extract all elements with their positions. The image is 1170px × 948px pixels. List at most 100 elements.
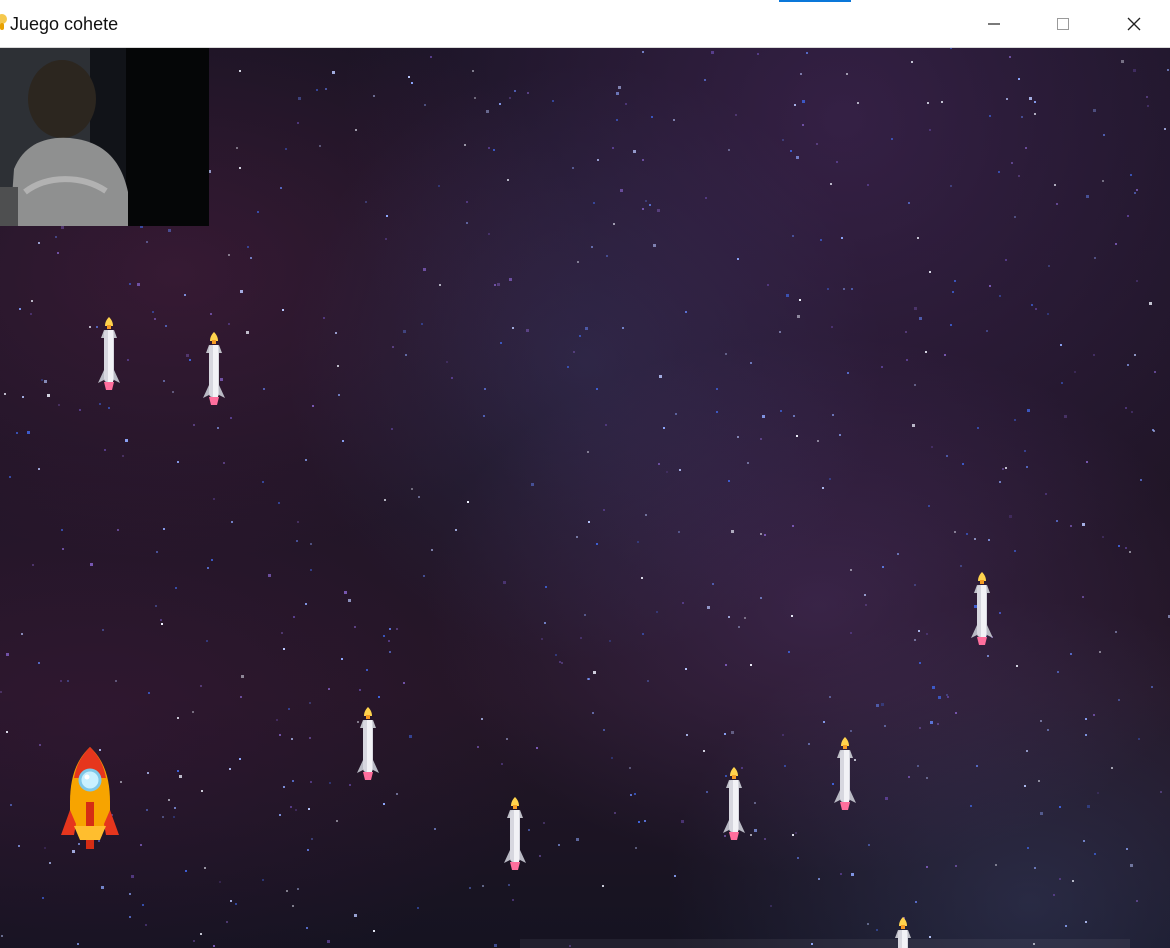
star	[885, 797, 888, 800]
star	[240, 696, 242, 698]
star	[1040, 812, 1043, 815]
star	[1164, 128, 1166, 130]
star	[228, 254, 230, 256]
star	[310, 781, 312, 783]
star	[555, 654, 557, 656]
star	[797, 857, 799, 859]
star	[930, 721, 933, 724]
star	[764, 838, 766, 840]
star	[411, 82, 413, 84]
star	[1125, 547, 1127, 549]
star	[770, 905, 772, 907]
star	[955, 712, 957, 714]
star	[1160, 791, 1162, 793]
star	[384, 499, 386, 501]
star	[58, 404, 60, 406]
star	[796, 156, 799, 159]
star	[593, 202, 595, 204]
missile-part	[520, 850, 526, 863]
star	[941, 101, 943, 103]
star	[403, 682, 405, 684]
star	[236, 147, 238, 149]
star	[914, 307, 917, 310]
star	[175, 587, 177, 589]
star	[278, 502, 280, 504]
star	[876, 704, 879, 707]
star	[1127, 364, 1129, 366]
star	[786, 294, 789, 297]
star	[989, 285, 991, 287]
minimize-icon	[988, 22, 1000, 25]
star	[229, 768, 231, 770]
missile-part	[840, 802, 850, 810]
star	[591, 246, 593, 248]
star	[22, 396, 24, 398]
missile-part	[978, 572, 986, 581]
star	[1002, 468, 1004, 470]
star	[686, 734, 688, 736]
star	[611, 757, 613, 759]
star	[168, 229, 171, 232]
star	[16, 432, 18, 434]
star	[1118, 699, 1120, 701]
star	[1026, 750, 1028, 752]
star	[818, 878, 820, 880]
close-button[interactable]	[1100, 0, 1168, 47]
star	[606, 255, 608, 257]
star	[455, 529, 457, 531]
star	[1070, 653, 1072, 655]
star	[396, 793, 398, 795]
star	[767, 284, 769, 286]
game-canvas[interactable]	[0, 47, 1170, 948]
star	[707, 606, 710, 609]
star	[117, 529, 119, 531]
star	[552, 100, 554, 102]
star	[129, 893, 131, 895]
star	[960, 565, 962, 567]
star	[1031, 304, 1033, 306]
minimize-button[interactable]	[960, 0, 1028, 47]
bottom-overlay-text-strip	[520, 939, 1130, 948]
star	[200, 933, 202, 935]
star	[905, 331, 907, 333]
player-rocket[interactable]	[58, 744, 122, 854]
star	[239, 70, 241, 72]
star	[572, 167, 574, 169]
star	[1136, 189, 1138, 191]
star	[30, 313, 32, 315]
star	[822, 487, 824, 489]
star	[9, 476, 11, 478]
star	[389, 651, 391, 653]
star	[383, 635, 385, 637]
star	[417, 907, 419, 909]
star	[794, 104, 796, 106]
star	[816, 143, 818, 145]
star	[802, 124, 804, 126]
star	[193, 940, 195, 942]
star	[292, 905, 294, 907]
star	[840, 873, 842, 875]
star	[373, 930, 375, 932]
star	[10, 804, 12, 806]
close-icon	[1127, 17, 1141, 30]
star	[784, 765, 786, 767]
star	[1130, 174, 1132, 176]
star	[145, 924, 147, 926]
maximize-button[interactable]	[1029, 0, 1097, 47]
star	[4, 393, 6, 395]
star	[250, 257, 252, 259]
star	[635, 847, 637, 849]
star	[1094, 853, 1096, 855]
star	[843, 288, 845, 290]
star	[685, 668, 687, 670]
star	[914, 584, 916, 586]
star	[213, 498, 215, 500]
star	[319, 145, 321, 147]
star	[39, 744, 41, 746]
star	[716, 388, 718, 390]
title-bar: Juego cohete	[0, 0, 1170, 48]
missile-part	[210, 332, 218, 341]
star	[792, 834, 794, 836]
star	[297, 888, 299, 890]
star	[738, 626, 740, 628]
